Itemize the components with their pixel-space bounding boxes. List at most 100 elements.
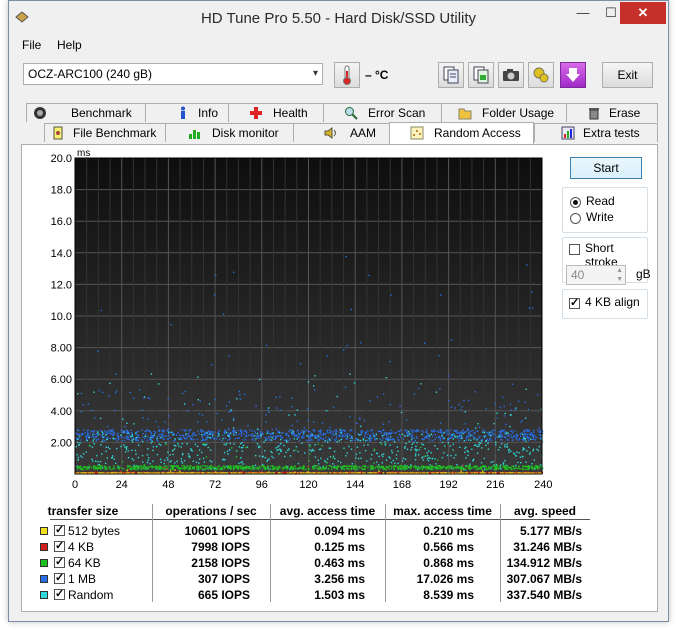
write-radio[interactable]: [570, 213, 581, 224]
start-button[interactable]: Start: [570, 157, 642, 179]
data-point-1-mb: [369, 436, 371, 438]
data-point-1-mb: [349, 437, 351, 439]
close-icon[interactable]: ✕: [620, 2, 666, 24]
copy-screenshot-button[interactable]: [468, 62, 494, 88]
transfer-size-label: 4 KB: [68, 540, 95, 554]
data-point-1-mb: [232, 430, 234, 433]
data-point-1-mb: [346, 344, 348, 347]
data-point-1-mb: [308, 439, 310, 442]
data-point-random: [340, 431, 342, 434]
data-point-64-kb: [184, 466, 186, 468]
data-point-64-kb: [279, 466, 281, 469]
tab-folder-usage[interactable]: Folder Usage: [441, 103, 567, 122]
data-point-random: [197, 376, 199, 378]
data-point-64-kb: [436, 465, 438, 467]
data-point-1-mb: [413, 393, 416, 395]
data-point-1-mb: [431, 439, 434, 442]
data-point-1-mb: [500, 432, 502, 434]
data-point-random: [460, 437, 463, 440]
data-point-64-kb: [272, 468, 275, 471]
data-point-64-kb: [411, 465, 413, 467]
data-point-random: [190, 449, 192, 451]
series-checkbox[interactable]: [54, 571, 65, 584]
data-point-random: [325, 461, 327, 463]
minimize-icon[interactable]: —: [569, 2, 597, 24]
data-point-random: [92, 460, 94, 462]
data-point-1-mb: [438, 436, 440, 439]
tab-file-benchmark[interactable]: File Benchmark: [44, 123, 166, 142]
tab-disk-monitor[interactable]: Disk monitor: [165, 123, 294, 142]
data-point-64-kb: [328, 464, 331, 467]
data-point-1-mb: [423, 439, 425, 441]
data-point-1-mb: [307, 419, 309, 422]
data-point-random: [345, 455, 347, 457]
data-point-1-mb: [381, 439, 383, 442]
data-point-512-bytes: [111, 472, 114, 474]
data-point-1-mb: [454, 430, 457, 432]
screenshot-button[interactable]: [498, 62, 524, 88]
data-point-64-kb: [250, 468, 252, 471]
tab-health[interactable]: Health: [228, 103, 324, 122]
data-point-64-kb: [369, 465, 372, 468]
tab-erase[interactable]: Erase: [566, 103, 658, 122]
result-max: 0.210 ms: [423, 524, 474, 538]
data-point-random: [420, 383, 422, 385]
data-point-512-bytes: [294, 471, 296, 474]
series-checkbox[interactable]: [54, 539, 65, 552]
data-point-1-mb: [311, 439, 313, 441]
data-point-1-mb: [245, 432, 248, 434]
data-point-512-bytes: [89, 472, 92, 474]
exit-button[interactable]: Exit: [602, 62, 653, 88]
data-point-64-kb: [205, 456, 208, 458]
data-point-random: [271, 455, 273, 458]
data-point-1-mb: [114, 437, 116, 440]
data-point-random: [105, 450, 107, 453]
copy-text-button[interactable]: [438, 62, 464, 88]
health-cross-icon: [250, 107, 262, 119]
data-point-1-mb: [257, 437, 259, 439]
data-point-1-mb: [186, 438, 188, 440]
spinner-arrows-icon[interactable]: ▲ ▼: [616, 266, 623, 284]
options-button[interactable]: [528, 62, 554, 88]
menu-file[interactable]: File: [22, 38, 41, 52]
series-checkbox[interactable]: [54, 587, 65, 600]
short-stroke-checkbox[interactable]: [569, 244, 580, 255]
data-point-random: [455, 454, 457, 456]
thermometer-button[interactable]: [334, 62, 360, 88]
align-checkbox[interactable]: [569, 296, 580, 309]
data-point-64-kb: [104, 468, 106, 470]
tab-benchmark[interactable]: Benchmark: [26, 103, 146, 122]
series-checkbox[interactable]: [54, 523, 65, 536]
data-point-1-mb: [103, 436, 106, 438]
data-point-random: [289, 455, 292, 457]
data-point-64-kb: [113, 467, 115, 469]
data-point-1-mb: [510, 409, 513, 411]
data-point-1-mb: [500, 436, 503, 439]
menu-help[interactable]: Help: [57, 38, 82, 52]
tab-extra-tests[interactable]: Extra tests: [534, 123, 658, 142]
data-point-random: [476, 445, 478, 448]
data-point-1-mb: [203, 433, 205, 435]
data-point-random: [144, 435, 146, 438]
data-point-1-mb: [232, 417, 235, 419]
data-point-1-mb: [363, 436, 366, 438]
data-point-4-kb: [166, 468, 168, 470]
drive-select[interactable]: OCZ-ARC100 (240 gB) ▾: [23, 63, 323, 85]
series-checkbox[interactable]: [54, 555, 65, 568]
read-radio[interactable]: [570, 197, 581, 208]
data-point-64-kb: [526, 468, 528, 471]
tab-error-scan[interactable]: Error Scan: [323, 103, 442, 122]
data-point-1-mb: [246, 435, 248, 437]
save-button[interactable]: [560, 62, 586, 88]
tab-random-access[interactable]: Random Access: [389, 122, 534, 144]
data-point-random: [192, 460, 194, 462]
tab-aam[interactable]: AAM: [293, 123, 390, 142]
data-point-64-kb: [357, 468, 359, 470]
data-point-random: [133, 423, 135, 425]
title-bar[interactable]: HD Tune Pro 5.50 - Hard Disk/SSD Utility…: [9, 1, 668, 35]
data-point-64-kb: [147, 468, 150, 470]
data-point-1-mb: [95, 436, 98, 438]
short-stroke-size-input[interactable]: 40 ▲ ▼: [566, 265, 626, 285]
data-point-64-kb: [141, 466, 143, 468]
tab-info[interactable]: Info: [145, 103, 229, 122]
